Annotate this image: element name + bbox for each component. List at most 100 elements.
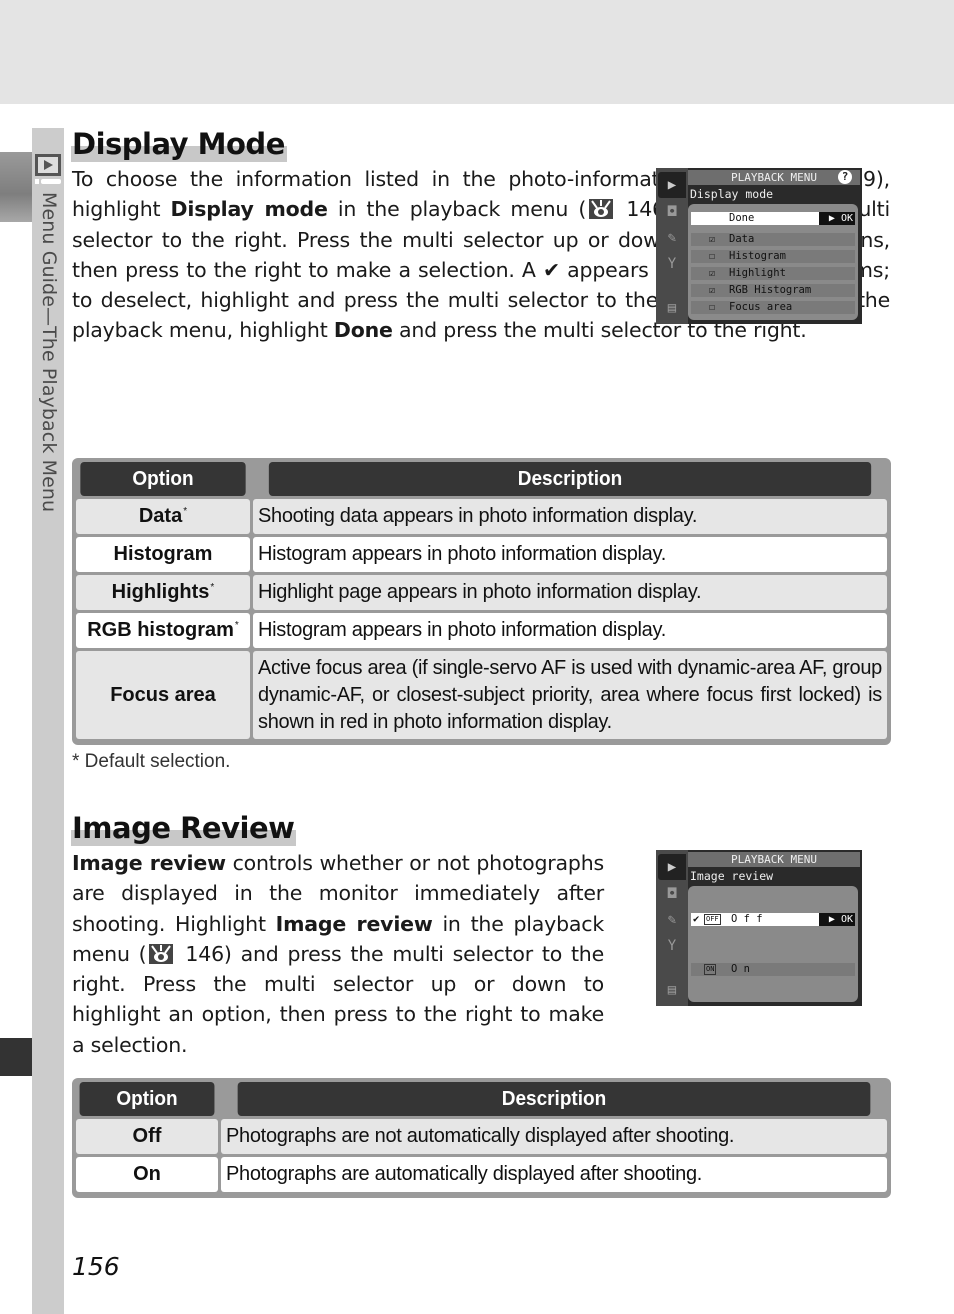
option-name: Focus area [110, 683, 216, 706]
image-review-table: Option Description Off Photographs are no… [72, 1078, 891, 1198]
image-review-screen: ▶ ◘ ✎ Y ▤ PLAYBACK MENU Image review ✔ OF… [656, 850, 862, 1006]
screen-options-panel: Done ▶ OK ☑ Data ☐ Histogram ☑ Highlight ☑ RGB Hi… [688, 204, 858, 320]
table-row: Highlights* Highlight page appears in pho… [76, 575, 887, 610]
mode-badge: OFF [704, 914, 721, 925]
option-label: Focus area [729, 301, 793, 313]
column-header-description: Description [237, 1082, 871, 1116]
section-title-image-review: Image Review [71, 810, 297, 846]
checkbox-icon: ☑ [709, 234, 716, 245]
reference-icon [589, 199, 614, 220]
screen-option-row: Done ▶ OK [691, 212, 855, 225]
option-name: Data [138, 505, 183, 527]
image-review-paragraph: Image review controls whether or not pho… [72, 848, 604, 1060]
camera-tab-icon: ◘ [667, 204, 677, 220]
playback-icon [35, 154, 61, 184]
table-row: Data* Shooting data appears in photo info… [76, 499, 887, 534]
option-label: Done [729, 212, 755, 224]
option-name: Highlights [111, 581, 210, 603]
column-header-description: Description [268, 462, 872, 496]
table-row: Focus area Active focus area (if single-s… [76, 651, 887, 739]
mode-badge: ON [704, 964, 717, 975]
setup-tab-icon: ▤ [667, 300, 677, 316]
chapter-label: Menu Guide—The Playback Menu [38, 192, 60, 513]
option-name: RGB histogram [87, 619, 234, 641]
chapter-tab [0, 152, 32, 222]
description-cell: Photographs are automatically displayed … [221, 1157, 887, 1192]
description-cell: Histogram appears in photo information d… [253, 537, 887, 572]
screen-option-row: ☐ Histogram [691, 250, 855, 263]
playback-tab-icon: ▶ [667, 177, 677, 193]
screen-option-row: ☑ Data [691, 233, 855, 246]
description-cell: Photographs are not automatically displa… [221, 1119, 887, 1154]
description-cell: Active focus area (if single-servo AF is… [253, 651, 887, 739]
option-cell: Histogram [76, 537, 250, 572]
table-row: RGB histogram* Histogram appears in photo… [76, 613, 887, 648]
display-mode-screen: ▶ ◘ ✎ Y ▤ PLAYBACK MENU ? Display mode D… [656, 168, 862, 324]
bold-term: Image review [275, 911, 433, 936]
screen-header: PLAYBACK MENU [688, 170, 860, 185]
description-cell: Histogram appears in photo information d… [253, 613, 887, 648]
setup-tab-icon: ▤ [667, 982, 677, 998]
screen-options-panel: ✔ OFF O f f ▶ OK ON O n [688, 886, 858, 1002]
checkbox-icon: ☐ [709, 302, 716, 313]
option-cell: Highlights* [76, 575, 250, 610]
display-mode-table: Option Description Data* Shooting data ap… [72, 458, 891, 745]
screen-option-row: ☑ RGB Histogram [691, 284, 855, 297]
option-cell: Off [76, 1119, 218, 1154]
screen-subheader: Display mode [690, 187, 774, 201]
option-name: Off [132, 1125, 162, 1147]
screen-option-row: ✔ OFF O f f ▶ OK [691, 913, 855, 926]
table-row: Histogram Histogram appears in photo info… [76, 537, 887, 572]
camera-tab-icon: ◘ [667, 886, 677, 902]
playback-tab-icon: ▶ [667, 859, 677, 875]
column-header-option: Option [80, 462, 246, 496]
pencil-tab-icon: ✎ [667, 912, 677, 928]
menu-tabs: ▶ ◘ ✎ Y ▤ [656, 168, 688, 324]
checkbox-icon: ☐ [709, 251, 716, 262]
wrench-tab-icon: Y [667, 256, 677, 272]
table-row: On Photographs are automatically displaye… [76, 1157, 887, 1192]
bold-term: Image review [72, 851, 226, 875]
option-label: O n [731, 963, 750, 975]
screen-option-row: ☐ Focus area [691, 301, 855, 314]
option-label: Highlight [729, 267, 786, 279]
ok-indicator: ▶ OK [819, 212, 855, 225]
option-cell: Focus area [76, 651, 250, 739]
footnote: * Default selection. [72, 751, 231, 772]
wrench-tab-icon: Y [667, 938, 677, 954]
table-row: Off Photographs are not automatically dis… [76, 1119, 887, 1154]
option-label: Histogram [729, 250, 786, 262]
description-cell: Shooting data appears in photo informati… [253, 499, 887, 534]
option-name: Histogram [113, 543, 213, 565]
chapter-tab-marker [0, 1038, 32, 1076]
screen-subheader: Image review [690, 869, 774, 883]
ok-indicator: ▶ OK [819, 913, 855, 926]
screen-option-row: ON O n [691, 963, 855, 976]
reference-icon [149, 943, 174, 964]
option-label: RGB Histogram [729, 284, 812, 296]
checkbox-icon: ☑ [709, 285, 716, 296]
description-cell: Highlight page appears in photo informat… [253, 575, 887, 610]
page-top-band [0, 0, 954, 104]
option-cell: On [76, 1157, 218, 1192]
option-cell: Data* [76, 499, 250, 534]
default-marker: * [183, 506, 188, 517]
screen-option-row: ☑ Highlight [691, 267, 855, 280]
bold-term: Display mode [170, 197, 328, 222]
text-run: in the playback menu ( [327, 197, 587, 222]
option-name: On [133, 1163, 161, 1185]
bold-term: Done [333, 318, 393, 343]
check-icon: ✔ [693, 913, 700, 925]
option-label: O f f [731, 913, 763, 925]
default-marker: * [234, 620, 239, 631]
page-number: 156 [72, 1252, 120, 1281]
option-cell: RGB histogram* [76, 613, 250, 648]
pencil-tab-icon: ✎ [667, 230, 677, 246]
default-marker: * [210, 582, 215, 593]
column-header-option: Option [79, 1082, 215, 1116]
screen-header: PLAYBACK MENU [688, 852, 860, 867]
help-icon: ? [838, 170, 852, 184]
menu-tabs: ▶ ◘ ✎ Y ▤ [656, 850, 688, 1006]
section-title-display-mode: Display Mode [71, 126, 287, 162]
option-label: Data [729, 233, 755, 245]
